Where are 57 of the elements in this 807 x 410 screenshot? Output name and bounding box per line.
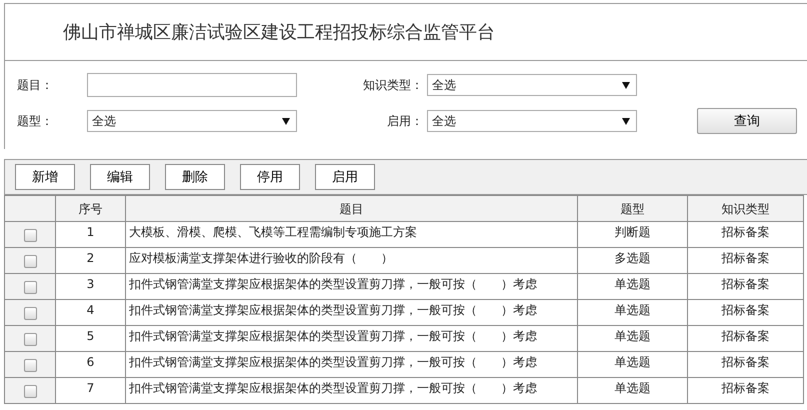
row-checkbox[interactable] [24,332,36,346]
column-header: 序号 [56,196,126,222]
table-cell: 6 [56,352,126,378]
table-cell: 扣件式钢管满堂支撑架应根据架体的类型设置剪刀撑，一般可按（ ）考虑 [126,352,578,378]
table-cell: 大模板、滑模、爬模、飞模等工程需编制专项施工方案 [126,222,578,248]
search-button[interactable]: 查询 [697,108,797,134]
table-cell: 招标备案 [688,378,804,404]
table-cell: 招标备案 [688,300,804,326]
column-header: 题型 [578,196,688,222]
knowledge-type-label: 知识类型： [362,76,424,94]
table-cell: 3 [56,274,126,300]
table-cell: 招标备案 [688,248,804,274]
enabled-select[interactable]: 全选 [427,110,637,132]
table-cell: 扣件式钢管满堂支撑架应根据架体的类型设置剪刀撑，一般可按（ ）考虑 [126,378,578,404]
enabled-label: 启用： [386,112,424,130]
page-title: 佛山市禅城区廉洁试验区建设工程招投标综合监管平台 [63,21,495,44]
row-checkbox[interactable] [24,358,36,372]
question-field[interactable] [87,73,297,97]
toolbar-button[interactable]: 启用 [315,164,375,190]
table-cell: 单选题 [578,352,688,378]
table-cell: 单选题 [578,326,688,352]
toolbar-button[interactable]: 编辑 [90,164,150,190]
table-cell: 扣件式钢管满堂支撑架应根据架体的类型设置剪刀撑，一般可按（ ）考虑 [126,274,578,300]
question-type-select[interactable]: 全选 [87,110,297,132]
table-cell: 招标备案 [688,222,804,248]
toolbar-button[interactable]: 删除 [165,164,225,190]
dropdown-caret-icon [622,118,630,124]
column-header: 知识类型 [688,196,804,222]
table-cell: 招标备案 [688,352,804,378]
table-cell: 多选题 [578,248,688,274]
toolbar-button[interactable]: 新增 [15,164,75,190]
table-cell: 7 [56,378,126,404]
table-cell: 2 [56,248,126,274]
table-cell: 5 [56,326,126,352]
question-type-label: 题型： [17,112,54,130]
table-cell: 4 [56,300,126,326]
table-cell: 单选题 [578,274,688,300]
table-cell: 招标备案 [688,326,804,352]
dropdown-caret-icon [622,82,630,88]
table-cell: 判断题 [578,222,688,248]
dropdown-caret-icon [282,118,290,124]
table-cell: 扣件式钢管满堂支撑架应根据架体的类型设置剪刀撑，一般可按（ ）考虑 [126,326,578,352]
table-cell: 扣件式钢管满堂支撑架应根据架体的类型设置剪刀撑，一般可按（ ）考虑 [126,300,578,326]
table-cell: 单选题 [578,378,688,404]
row-checkbox[interactable] [24,228,36,242]
row-checkbox[interactable] [24,384,36,398]
toolbar-button[interactable]: 停用 [240,164,300,190]
knowledge-type-select[interactable]: 全选 [427,74,637,96]
table-cell: 1 [56,222,126,248]
column-header: 题目 [126,196,578,222]
row-checkbox[interactable] [24,306,36,320]
question-label: 题目： [17,76,54,94]
table-cell: 招标备案 [688,274,804,300]
row-checkbox[interactable] [24,280,36,294]
table-cell: 应对模板满堂支撑架体进行验收的阶段有（ ） [126,248,578,274]
table-cell: 单选题 [578,300,688,326]
row-checkbox[interactable] [24,254,36,268]
